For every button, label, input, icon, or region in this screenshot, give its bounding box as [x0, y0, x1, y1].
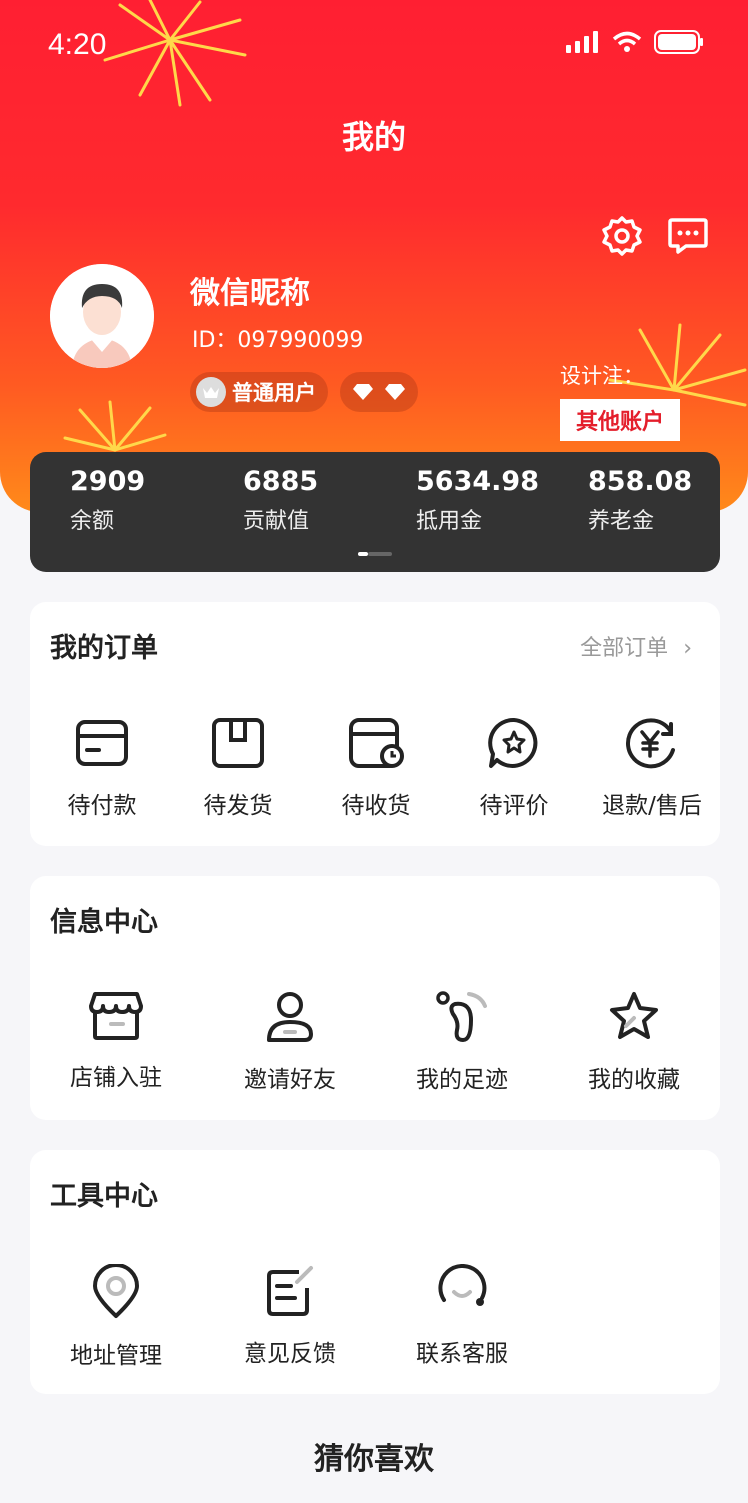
nickname: 微信昵称 [190, 276, 310, 311]
stat-pension[interactable]: 858.08 养老金 [588, 466, 692, 535]
battery-icon [654, 30, 703, 54]
info-item-label: 店铺入驻 [70, 1065, 162, 1091]
star-icon [610, 992, 658, 1039]
order-item-label: 待付款 [67, 793, 137, 819]
review-icon [488, 717, 538, 768]
stats-card: 2909 余额 6885 贡献值 5634.98 抵用金 858.08 养老金 [30, 452, 720, 572]
tool-center-title: 工具中心 [50, 1181, 158, 1212]
box-icon [212, 718, 264, 768]
stat-label: 贡献值 [243, 509, 310, 534]
user-icon [267, 992, 313, 1042]
status-bar: 4:20 [0, 0, 748, 88]
order-pending-shipment[interactable]: 待发货 [188, 716, 288, 820]
stat-value: 5634.98 [416, 466, 539, 497]
level-badge-label: 普通用户 [232, 381, 316, 405]
all-orders-link[interactable]: 全部订单 › [580, 630, 692, 662]
diamond-icon [353, 384, 373, 400]
chevron-right-icon: › [683, 636, 692, 661]
order-pending-receipt[interactable]: 待收货 [326, 716, 426, 820]
card-icon [76, 720, 128, 766]
stat-voucher[interactable]: 5634.98 抵用金 [416, 466, 539, 535]
user-badges: 普通用户 [190, 372, 418, 412]
tool-customer-service[interactable]: 联系客服 [396, 1264, 528, 1368]
feedback-icon [267, 1266, 313, 1316]
refund-icon [626, 718, 675, 769]
orders-card: 我的订单 全部订单 › 待付款 待发货 待收货 待评价 退款/售后 [30, 602, 720, 846]
other-account-button[interactable]: 其他账户 [560, 399, 680, 441]
status-icons [566, 30, 704, 54]
tool-address-management[interactable]: 地址管理 [50, 1264, 182, 1370]
order-item-label: 待评价 [479, 793, 549, 819]
tool-item-label: 联系客服 [416, 1341, 508, 1367]
footprint-icon [436, 991, 487, 1042]
stat-contribution[interactable]: 6885 贡献值 [243, 466, 318, 535]
info-invite-friends[interactable]: 邀请好友 [224, 990, 356, 1094]
order-item-label: 待收货 [341, 793, 411, 819]
info-item-label: 我的足迹 [416, 1067, 508, 1093]
level-badge[interactable]: 普通用户 [190, 372, 328, 412]
stat-label: 抵用金 [416, 509, 483, 534]
stat-value: 2909 [70, 466, 146, 497]
header-actions [600, 214, 710, 258]
store-icon [89, 992, 143, 1040]
avatar[interactable] [50, 264, 154, 368]
tool-item-label: 意见反馈 [244, 1341, 336, 1367]
firework-decoration [63, 400, 167, 452]
orders-title: 我的订单 [50, 633, 158, 664]
crown-icon [196, 377, 226, 407]
tool-center-card: 工具中心 地址管理 意见反馈 联系客服 [30, 1150, 720, 1394]
stat-value: 6885 [243, 466, 319, 497]
info-center-card: 信息中心 店铺入驻 邀请好友 我的足迹 我的收藏 [30, 876, 720, 1120]
wifi-icon [612, 31, 642, 52]
info-item-label: 我的收藏 [588, 1067, 680, 1093]
headset-icon [438, 1264, 487, 1306]
tool-feedback[interactable]: 意见反馈 [224, 1264, 356, 1368]
stat-label: 余额 [70, 509, 115, 534]
avatar-person-icon [50, 264, 154, 368]
stat-balance[interactable]: 2909 余额 [70, 466, 145, 535]
diamond-badge[interactable] [340, 372, 418, 412]
info-my-footprints[interactable]: 我的足迹 [396, 990, 528, 1094]
all-orders-label: 全部订单 [580, 636, 669, 661]
diamond-icon [385, 384, 405, 400]
info-my-favorites[interactable]: 我的收藏 [568, 990, 700, 1094]
tool-item-label: 地址管理 [70, 1343, 162, 1369]
stat-value: 858.08 [588, 466, 693, 497]
status-time: 4:20 [48, 28, 107, 61]
info-center-title: 信息中心 [50, 907, 158, 938]
order-item-label: 退款/售后 [602, 793, 702, 819]
order-pending-payment[interactable]: 待付款 [52, 716, 152, 820]
info-item-label: 邀请好友 [244, 1067, 336, 1093]
page-title: 我的 [341, 118, 406, 156]
recommend-title: 猜你喜欢 [314, 1442, 434, 1477]
signal-icon [566, 31, 598, 53]
gear-icon[interactable] [600, 214, 644, 258]
user-id: ID：097990099 [192, 328, 364, 353]
delivery-icon [349, 718, 404, 768]
chat-icon[interactable] [666, 214, 710, 258]
order-item-label: 待发货 [203, 793, 273, 819]
info-store-join[interactable]: 店铺入驻 [50, 990, 182, 1092]
order-pending-review[interactable]: 待评价 [464, 716, 564, 820]
location-icon [93, 1264, 139, 1318]
stat-label: 养老金 [588, 509, 655, 534]
order-refund[interactable]: 退款/售后 [596, 716, 708, 820]
page-indicator [358, 552, 392, 556]
design-note: 设计注： [560, 364, 644, 388]
